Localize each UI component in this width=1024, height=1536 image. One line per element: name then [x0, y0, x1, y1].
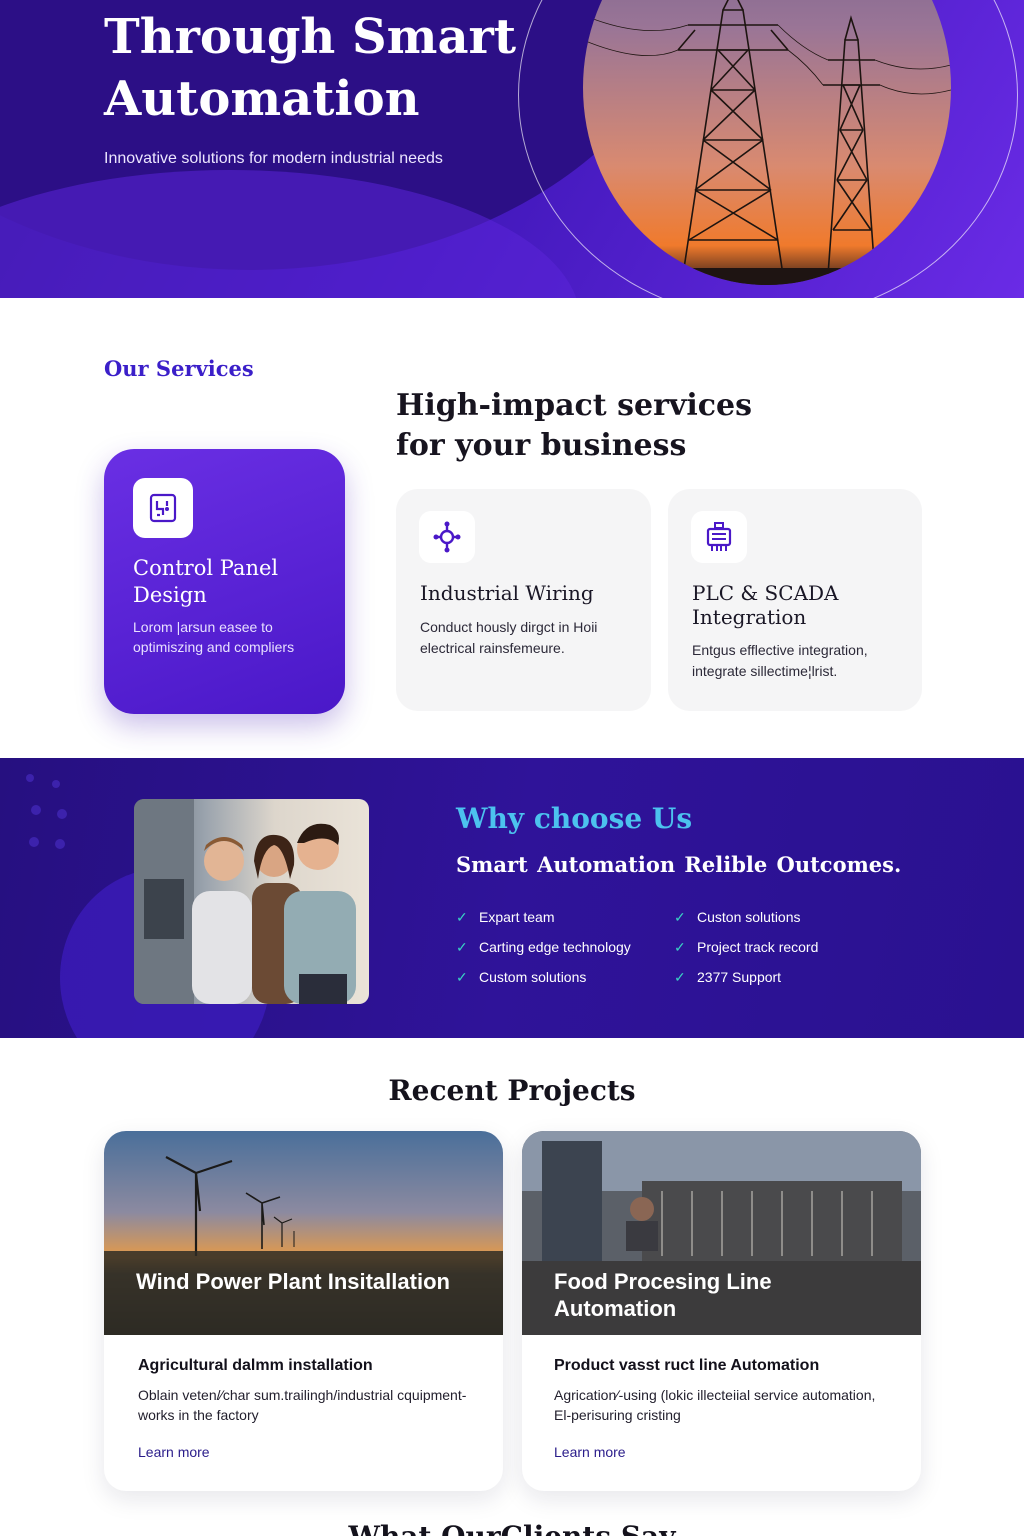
clients-heading: What OurClients Say: [0, 1520, 1024, 1536]
wiring-icon: [419, 511, 475, 563]
why-choose-us-section: Why choose Us Smart Automation Relible O…: [0, 758, 1024, 1038]
project-title: Product vasst ruct line Automation: [554, 1357, 820, 1374]
feature-item: ✓ Project track record: [674, 938, 819, 956]
control-panel-icon: [133, 478, 193, 538]
check-icon: ✓: [674, 908, 686, 925]
projects-heading: Recent Projects: [388, 1074, 636, 1107]
learn-more-link[interactable]: Learn more: [554, 1444, 626, 1460]
plc-icon: [691, 511, 747, 563]
feature-item: ✓ Custom solutions: [456, 968, 587, 986]
services-heading: High-impact services for your business: [396, 388, 752, 463]
project-caption: Food Procesing Line Automation: [554, 1269, 772, 1321]
service-card-description: Conduct hously dirgct in Hoii electrical…: [420, 619, 598, 656]
team-photo-illustration: [134, 799, 356, 1004]
hero-subtitle: Innovative solutions for modern industri…: [104, 150, 443, 167]
team-photo: [134, 799, 369, 1004]
why-features-right: ✓ Custon solutions ✓ Project track record …: [674, 902, 818, 992]
check-icon: ✓: [674, 938, 686, 955]
project-card-food-processing[interactable]: Food Procesing Line Automation Product v…: [522, 1131, 921, 1491]
service-card-plc-scada[interactable]: PLC & SCADA Integration Entgus efflectiv…: [668, 489, 922, 711]
feature-item: ✓ 2377 Support: [674, 968, 782, 986]
project-description: Agrication∕-using (Ɩokic illecteiial ser…: [554, 1387, 876, 1423]
why-subtitle: Smart Automation Relible Outcomes.: [456, 852, 902, 877]
project-caption: Wind Power Plant Insitallation: [136, 1269, 450, 1294]
hero-title: Through Smart Automation: [104, 9, 517, 127]
feature-item: ✓ Carting edge technology: [456, 938, 631, 956]
project-card-wind-power[interactable]: Wind Power Plant Insitallation Agricultu…: [104, 1131, 503, 1491]
check-icon: ✓: [674, 968, 686, 985]
decorative-dots: [26, 774, 67, 849]
feature-item: ✓ Custon solutions: [674, 908, 801, 926]
check-icon: ✓: [456, 938, 468, 955]
why-features-left: ✓ Expart team ✓ Carting edge technology ✓ C…: [456, 902, 631, 992]
why-kicker: Why choose Us: [456, 802, 693, 835]
service-card-title: Control Panel Design: [133, 556, 279, 607]
service-card-description: Lorom |arsun easee to optimiszing and co…: [133, 619, 295, 655]
service-card-title: PLC & SCADA Integration: [692, 581, 839, 629]
service-card-title: Industrial Wiring: [420, 581, 594, 605]
services-kicker: Our Services: [104, 356, 254, 381]
learn-more-link[interactable]: Learn more: [138, 1444, 210, 1460]
feature-item: ✓ Expart team: [456, 908, 555, 926]
service-card-description: Entgus efflective integration, integrate…: [692, 642, 868, 679]
hero-section: Through Smart Automation Innovative solu…: [0, 0, 1024, 298]
check-icon: ✓: [456, 968, 468, 985]
service-card-control-panel[interactable]: Control Panel Design Lorom |arsun easee …: [104, 449, 345, 714]
service-card-industrial-wiring[interactable]: Industrial Wiring Conduct hously dirgct …: [396, 489, 651, 711]
project-title: Agricultural dalmm installation: [138, 1357, 373, 1374]
project-description: Oblain veten/∕char sum.trailingh/industr…: [138, 1387, 467, 1423]
project-image-wind-turbines: Wind Power Plant Insitallation: [104, 1131, 503, 1335]
check-icon: ✓: [456, 908, 468, 925]
project-image-factory: Food Procesing Line Automation: [522, 1131, 921, 1335]
